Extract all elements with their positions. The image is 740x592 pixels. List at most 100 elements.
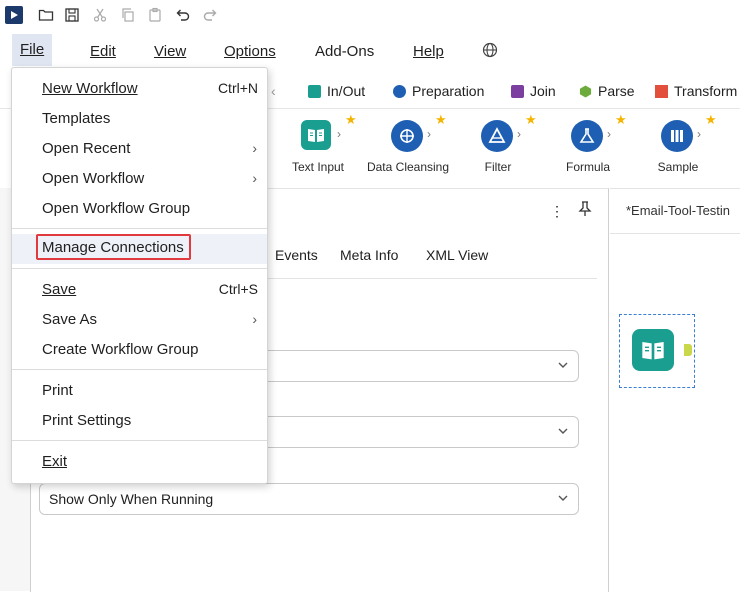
menu-separator — [12, 228, 267, 229]
menu-item-templates[interactable]: Templates — [12, 105, 267, 135]
tool-data-cleansing[interactable]: › ★ Data Cleansing — [363, 110, 453, 186]
circle-icon — [393, 84, 406, 98]
app-logo-icon[interactable] — [5, 6, 23, 24]
menu-view-label: View — [154, 43, 187, 60]
tool-label: Text Input — [291, 160, 345, 174]
workflow-canvas[interactable]: *Email-Tool-Testin — [610, 188, 740, 592]
menu-edit[interactable]: Edit — [90, 40, 116, 64]
menu-help[interactable]: Help — [413, 40, 444, 64]
more-options-icon[interactable]: ⋮ — [550, 203, 564, 220]
open-folder-icon[interactable] — [37, 6, 55, 24]
category-label: Transform — [674, 83, 738, 99]
tab-xml-view[interactable]: XML View — [426, 247, 488, 263]
menu-item-save-as[interactable]: Save As › — [12, 306, 267, 336]
menu-file-label: File — [20, 41, 45, 58]
filter-icon — [481, 120, 513, 152]
category-tab-parse[interactable]: Parse — [579, 81, 635, 101]
category-label: Parse — [598, 83, 635, 99]
menu-addons[interactable]: Add-Ons — [315, 40, 374, 64]
transform-icon — [655, 84, 668, 98]
tab-meta-info-label: Meta Info — [340, 247, 399, 263]
cut-icon[interactable] — [91, 6, 109, 24]
shortcut-label: Ctrl+S — [218, 281, 258, 297]
copy-icon[interactable] — [119, 6, 137, 24]
menu-separator — [12, 268, 267, 269]
chevron-right-icon: › — [697, 127, 701, 141]
hexagon-icon — [579, 84, 592, 98]
cleansing-icon — [391, 120, 423, 152]
dropdown-show-when[interactable]: Show Only When Running — [39, 483, 579, 515]
save-icon[interactable] — [63, 6, 81, 24]
menu-item-label: Manage Connections — [42, 239, 184, 256]
category-label: In/Out — [327, 83, 366, 99]
canvas-tab[interactable]: *Email-Tool-Testin — [610, 189, 740, 234]
chevron-right-icon: › — [337, 127, 341, 141]
menu-item-save[interactable]: Save Ctrl+S — [12, 276, 267, 306]
tool-label: Formula — [565, 160, 610, 174]
menu-options-label: Options — [224, 43, 276, 60]
menu-item-print-settings[interactable]: Print Settings — [12, 407, 267, 437]
menu-view[interactable]: View — [154, 40, 186, 64]
menu-item-label: Save — [42, 281, 77, 298]
menu-separator — [12, 369, 267, 370]
tool-sample[interactable]: › ★ Sample — [633, 110, 723, 186]
menu-options[interactable]: Options — [224, 40, 276, 64]
chevron-down-icon — [557, 491, 569, 507]
menu-item-label: Save As — [42, 311, 98, 328]
menu-item-manage-connections[interactable]: Manage Connections — [12, 234, 267, 264]
category-tab-preparation[interactable]: Preparation — [393, 81, 484, 101]
menu-item-label: Open Workflow Group — [42, 200, 191, 217]
category-label: Join — [530, 83, 556, 99]
tab-meta-info[interactable]: Meta Info — [340, 247, 398, 263]
tab-events-label: Events — [275, 247, 318, 263]
square-icon — [511, 84, 524, 98]
menu-item-label: Create Workflow Group — [42, 341, 199, 358]
tool-label: Filter — [484, 160, 512, 174]
paste-icon[interactable] — [146, 6, 164, 24]
tool-formula[interactable]: › ★ Formula — [543, 110, 633, 186]
chevron-right-icon: › — [427, 127, 431, 141]
menu-item-label: Print Settings — [42, 412, 132, 429]
category-tab-inout[interactable]: In/Out — [308, 81, 365, 101]
chevron-right-icon: › — [252, 311, 257, 327]
chevron-right-icon: › — [252, 140, 257, 156]
shortcut-label: Ctrl+N — [217, 80, 258, 96]
menu-item-label: Open Workflow — [42, 170, 145, 187]
tool-label: Sample — [657, 160, 699, 174]
chevron-right-icon: › — [252, 170, 257, 186]
menu-item-open-workflow[interactable]: Open Workflow › — [12, 165, 267, 195]
undo-icon[interactable] — [174, 6, 192, 24]
tab-xml-view-label: XML View — [426, 247, 489, 263]
menu-item-create-workflow-group[interactable]: Create Workflow Group — [12, 336, 267, 366]
menu-addons-label: Add-Ons — [315, 43, 375, 60]
pin-icon[interactable] — [578, 201, 592, 220]
category-scroll-left-icon[interactable]: ‹ — [271, 81, 276, 101]
chevron-down-icon — [557, 424, 569, 440]
chevron-right-icon: › — [607, 127, 611, 141]
category-tab-transform[interactable]: Transform — [655, 81, 737, 101]
tab-events[interactable]: Events — [275, 247, 318, 263]
canvas-tool-text-input[interactable] — [619, 314, 695, 388]
menu-item-exit[interactable]: Exit — [12, 448, 267, 478]
quick-access-toolbar — [0, 0, 740, 30]
menu-file[interactable]: File — [12, 34, 53, 66]
folder-icon — [308, 84, 321, 98]
tool-label: Data Cleansing — [366, 160, 450, 174]
menu-item-print[interactable]: Print — [12, 377, 267, 407]
star-icon: ★ — [705, 112, 717, 127]
star-icon: ★ — [525, 112, 537, 127]
book-icon — [632, 329, 674, 371]
menu-item-open-recent[interactable]: Open Recent › — [12, 135, 267, 165]
menu-item-label: New Workflow — [42, 80, 138, 97]
dropdown-show-when-value: Show Only When Running — [49, 491, 214, 507]
category-tab-join[interactable]: Join — [511, 81, 556, 101]
output-anchor-icon[interactable] — [684, 344, 692, 356]
tool-text-input[interactable]: › ★ Text Input — [273, 110, 363, 186]
chevron-right-icon: › — [517, 127, 521, 141]
tab-divider — [267, 278, 597, 279]
menu-item-new-workflow[interactable]: New Workflow Ctrl+N — [12, 75, 267, 105]
tool-filter[interactable]: › ★ Filter — [453, 110, 543, 186]
redo-icon[interactable] — [201, 6, 219, 24]
globe-icon[interactable] — [482, 42, 498, 66]
menu-item-open-workflow-group[interactable]: Open Workflow Group — [12, 195, 267, 225]
